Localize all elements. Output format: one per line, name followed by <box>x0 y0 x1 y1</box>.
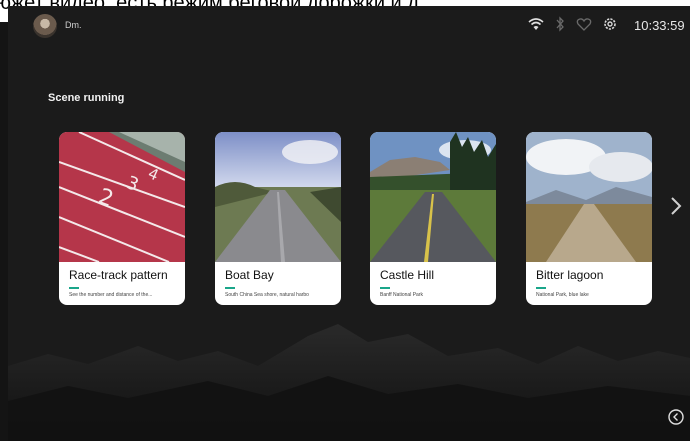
back-button[interactable] <box>668 409 684 425</box>
status-bar: Dm. 10:33:59 <box>8 6 690 46</box>
card-description: See the number and distance of the... <box>69 292 153 298</box>
avatar[interactable] <box>33 14 57 38</box>
card-title: Race-track pattern <box>69 268 168 282</box>
scene-card-castle-hill[interactable]: Castle Hill Banff National Park <box>370 132 496 305</box>
section-title: Scene running <box>48 92 125 104</box>
chevron-right-icon[interactable] <box>670 196 682 216</box>
bluetooth-icon <box>556 16 564 32</box>
card-title: Castle Hill <box>380 268 435 282</box>
heart-rate-icon <box>576 18 592 31</box>
settings-icon[interactable] <box>602 16 618 32</box>
card-accent-line <box>536 287 546 289</box>
card-image <box>526 132 652 262</box>
card-image <box>215 132 341 262</box>
card-description: South China Sea shore, natural harbo <box>225 292 309 298</box>
card-accent-line <box>225 287 235 289</box>
scene-card-race-track[interactable]: 2 3 4 Race-track pattern See the number … <box>59 132 185 305</box>
card-description: Banff National Park <box>380 292 423 298</box>
card-accent-line <box>69 287 79 289</box>
card-title: Boat Bay <box>225 268 274 282</box>
scene-card-bitter-lagoon[interactable]: Bitter lagoon National Park, blue lake <box>526 132 652 305</box>
card-title: Bitter lagoon <box>536 268 604 282</box>
clock: 10:33:59 <box>634 18 685 33</box>
card-image <box>370 132 496 262</box>
mountain-background <box>8 324 690 441</box>
app-screen: Dm. 10:33:59 Scene running 2 3 4 Race-tr… <box>8 6 690 441</box>
card-description: National Park, blue lake <box>536 292 589 298</box>
username: Dm. <box>65 20 82 30</box>
wifi-icon <box>528 18 544 30</box>
card-image: 2 3 4 <box>59 132 185 262</box>
scene-card-boat-bay[interactable]: Boat Bay South China Sea shore, natural … <box>215 132 341 305</box>
card-accent-line <box>380 287 390 289</box>
